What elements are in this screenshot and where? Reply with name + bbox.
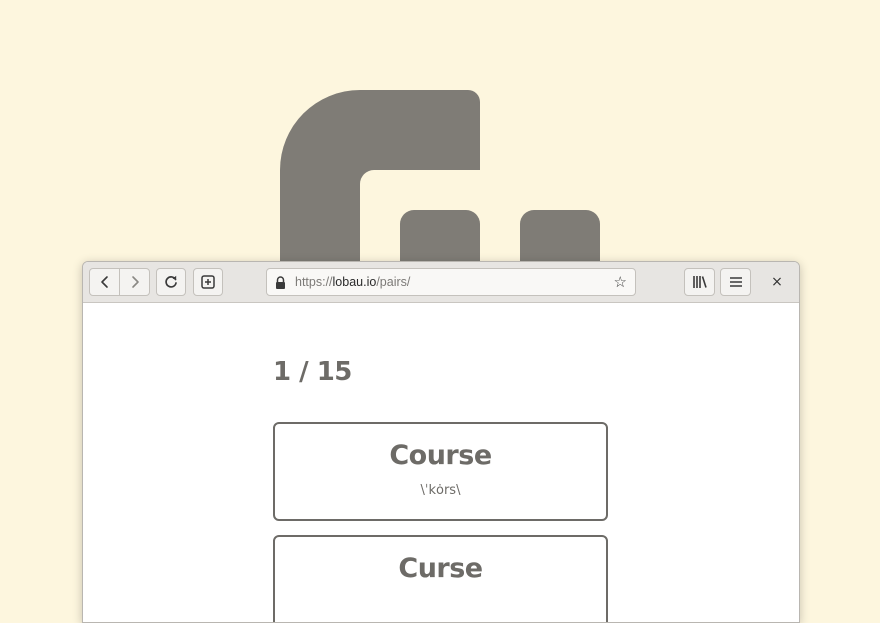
- lock-icon: [275, 275, 289, 289]
- close-window-button[interactable]: ×: [763, 268, 791, 296]
- library-icon: [692, 276, 707, 288]
- new-tab-button[interactable]: [193, 268, 223, 296]
- chevron-right-icon: [131, 276, 139, 288]
- url-text: https://lobau.io/pairs/: [295, 275, 614, 289]
- url-protocol: https://: [295, 275, 333, 289]
- chevron-left-icon: [100, 276, 108, 288]
- browser-toolbar: https://lobau.io/pairs/ ☆ ×: [83, 262, 799, 303]
- url-path: /pairs/: [376, 275, 411, 289]
- nav-button-group: [89, 268, 150, 296]
- card-word: Course: [389, 440, 492, 471]
- new-tab-icon: [201, 275, 215, 289]
- address-bar[interactable]: https://lobau.io/pairs/ ☆: [266, 268, 636, 296]
- back-button[interactable]: [90, 269, 119, 295]
- library-button[interactable]: [684, 268, 715, 296]
- card-pronunciation: \ˈkȯrs\: [420, 483, 461, 498]
- page-content: 1 / 15 Course \ˈkȯrs\ Curse: [83, 303, 799, 622]
- menu-button[interactable]: [720, 268, 751, 296]
- word-card[interactable]: Course \ˈkȯrs\: [273, 422, 608, 521]
- progress-counter: 1 / 15: [273, 357, 352, 387]
- bookmark-star-icon[interactable]: ☆: [614, 273, 627, 291]
- card-word: Curse: [398, 553, 483, 584]
- forward-button[interactable]: [119, 269, 149, 295]
- url-host: lobau.io: [332, 275, 377, 289]
- browser-window: https://lobau.io/pairs/ ☆ × 1 / 15 Cours…: [82, 261, 800, 623]
- word-card[interactable]: Curse: [273, 535, 608, 622]
- reload-icon: [165, 275, 177, 288]
- hamburger-menu-icon: [729, 277, 742, 287]
- reload-button[interactable]: [156, 268, 186, 296]
